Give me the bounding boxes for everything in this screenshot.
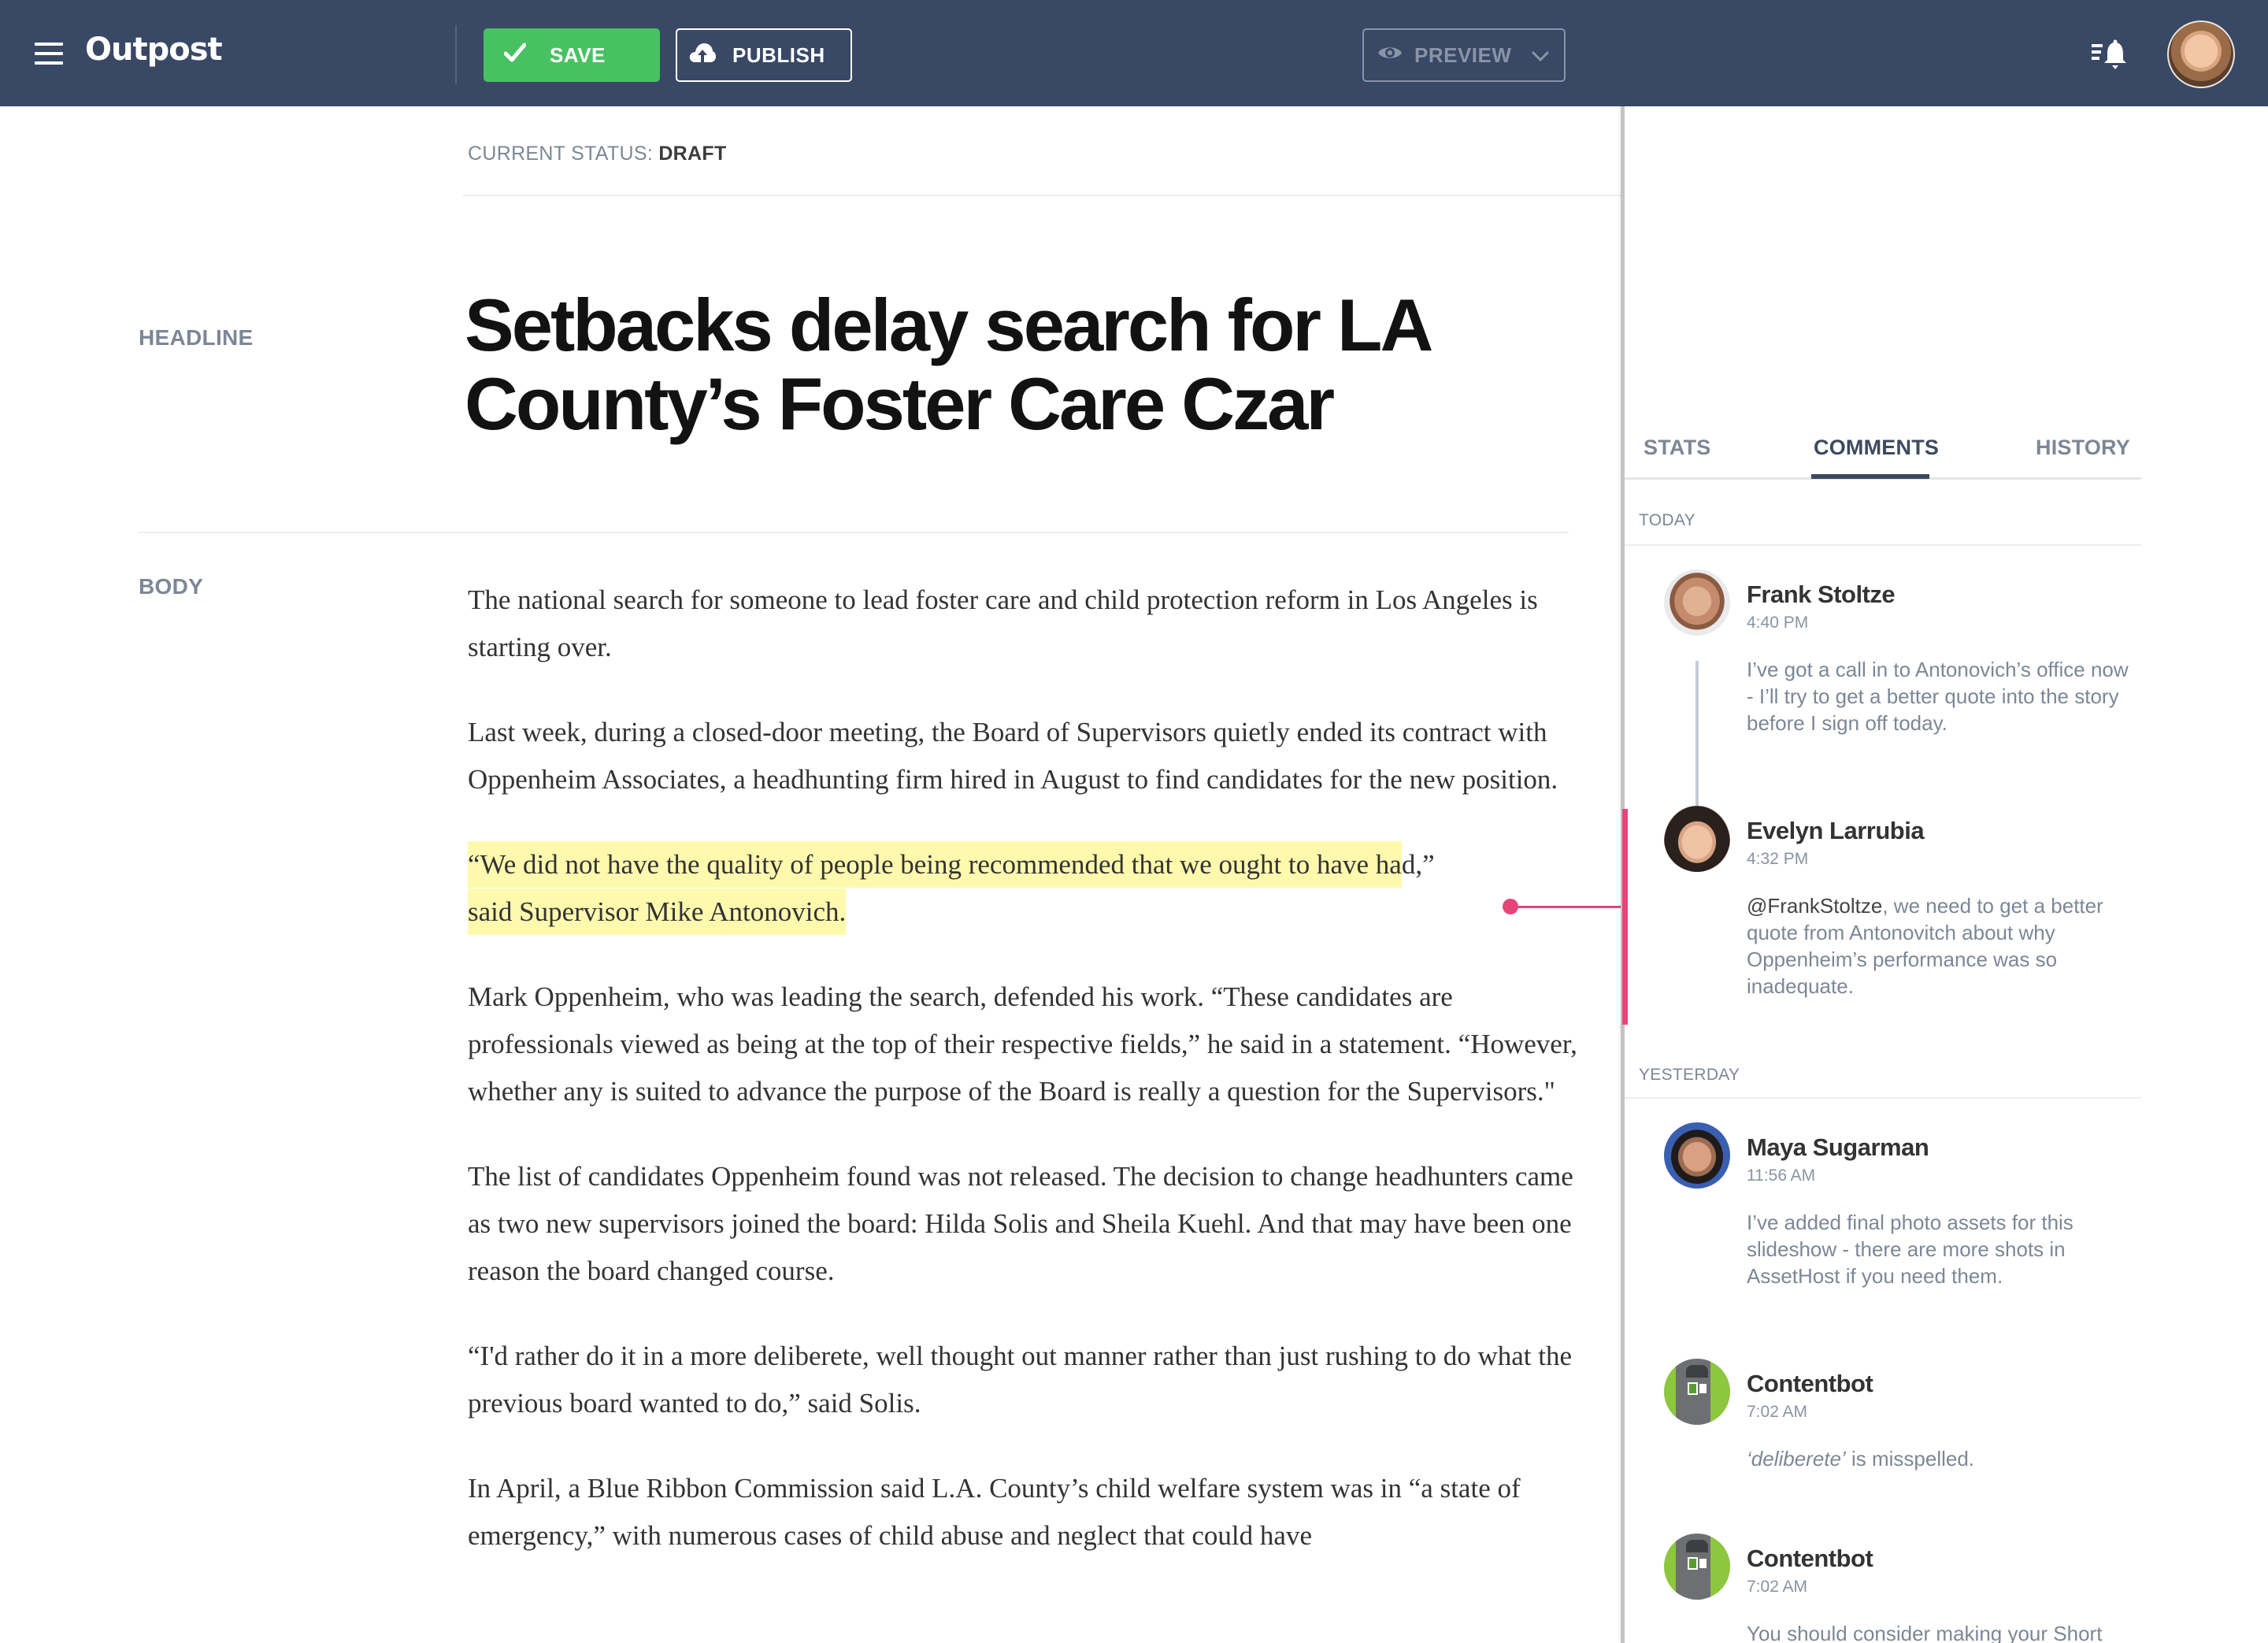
comment-highlight[interactable]: said Supervisor Mike Antonovich. bbox=[468, 888, 847, 935]
comment-author: Maya Sugarman bbox=[1747, 1133, 1929, 1161]
tab-history[interactable]: HISTORY bbox=[2036, 436, 2130, 460]
commenter-avatar bbox=[1664, 806, 1730, 872]
contentbot-avatar bbox=[1664, 1359, 1730, 1425]
status-label: CURRENT STATUS: bbox=[468, 143, 654, 165]
notification-bell-icon[interactable] bbox=[2092, 39, 2136, 71]
headline-label: HEADLINE bbox=[139, 325, 254, 350]
chevron-down-icon bbox=[1531, 43, 1550, 68]
comment-author: Evelyn Larrubia bbox=[1747, 817, 1925, 844]
highlight-tail: d,” bbox=[1401, 849, 1435, 880]
body-paragraph: Last week, during a closed-door meeting,… bbox=[468, 717, 1558, 795]
body-field[interactable]: The national search for someone to lead … bbox=[468, 577, 1586, 1597]
active-tab-indicator bbox=[1811, 474, 1929, 479]
comment-author: Frank Stoltze bbox=[1747, 580, 1896, 608]
user-mention[interactable]: @FrankStoltze bbox=[1747, 894, 1882, 918]
comment-text: I’ve added final photo assets for this s… bbox=[1747, 1211, 2073, 1288]
body-paragraph: The list of candidates Oppenheim found w… bbox=[468, 1161, 1573, 1286]
comment-text: I’ve got a call in to Antonovich’s offic… bbox=[1747, 658, 2129, 735]
group-divider bbox=[1625, 544, 2141, 546]
commenter-avatar bbox=[1664, 1122, 1730, 1189]
save-button[interactable]: SAVE bbox=[484, 28, 660, 82]
sidebar-tabs: STATS COMMENTS HISTORY bbox=[1625, 106, 2141, 483]
cloud-upload-icon bbox=[688, 42, 717, 69]
preview-dropdown-button[interactable]: PREVIEW bbox=[1362, 28, 1566, 82]
body-paragraph: The national search for someone to lead … bbox=[468, 584, 1538, 662]
comment-time: 11:56 AM bbox=[1747, 1166, 1816, 1185]
comment-author: Contentbot bbox=[1747, 1370, 1873, 1397]
contentbot-avatar bbox=[1664, 1534, 1730, 1600]
publish-button[interactable]: PUBLISH bbox=[676, 28, 852, 82]
comments-sidebar: STATS COMMENTS HISTORY TODAY Frank Stolt… bbox=[1621, 106, 2268, 1643]
status-badge: DRAFT bbox=[658, 143, 727, 165]
user-avatar[interactable] bbox=[2167, 20, 2235, 88]
comment-text: ‘deliberete’ is misspelled. bbox=[1747, 1445, 2140, 1472]
checkmark-icon bbox=[503, 43, 527, 69]
section-divider bbox=[139, 532, 1569, 533]
save-label: SAVE bbox=[550, 43, 606, 67]
body-label: BODY bbox=[139, 574, 204, 599]
comment-time: 4:32 PM bbox=[1747, 850, 1809, 868]
active-comment-indicator bbox=[1622, 809, 1628, 1025]
body-paragraph: In April, a Blue Ribbon Commission said … bbox=[468, 1473, 1521, 1551]
comment-text: You should consider making your Short bbox=[1747, 1622, 2103, 1643]
app-logo[interactable]: Outpost bbox=[85, 32, 223, 68]
status-divider bbox=[463, 195, 1621, 196]
comment-text: @FrankStoltze, we need to get a better q… bbox=[1747, 892, 2140, 1000]
comment-connector-line bbox=[1510, 906, 1621, 908]
app-name: Outpost bbox=[85, 32, 223, 68]
story-editor: CURRENT STATUS: DRAFT HEADLINE Setbacks … bbox=[0, 106, 1621, 1643]
eye-icon bbox=[1377, 43, 1403, 68]
headline-field[interactable]: Setbacks delay search for LA County’s Fo… bbox=[465, 286, 1583, 443]
tab-comments[interactable]: COMMENTS bbox=[1814, 436, 1939, 460]
tab-stats[interactable]: STATS bbox=[1644, 436, 1711, 460]
top-navigation-bar: Outpost SAVE PUBLISH PREVIEW bbox=[0, 0, 2268, 106]
comment-body: is misspelled. bbox=[1845, 1447, 1975, 1471]
comment-time: 7:02 AM bbox=[1747, 1403, 1808, 1421]
misspelled-term: ‘deliberete’ bbox=[1747, 1447, 1846, 1471]
highlighted-paragraph[interactable]: “We did not have the quality of people b… bbox=[468, 841, 1586, 936]
group-divider bbox=[1625, 1097, 2141, 1099]
current-status: CURRENT STATUS: DRAFT bbox=[468, 143, 727, 165]
body-paragraph: Mark Oppenheim, who was leading the sear… bbox=[468, 981, 1577, 1107]
body-paragraph: “I'd rather do it in a more deliberete, … bbox=[468, 1341, 1573, 1419]
comment-time: 4:40 PM bbox=[1747, 614, 1809, 632]
comment-highlight[interactable]: “We did not have the quality of people b… bbox=[468, 841, 1402, 888]
comment-author: Contentbot bbox=[1747, 1545, 1873, 1572]
preview-label: PREVIEW bbox=[1414, 43, 1512, 67]
commenter-avatar bbox=[1664, 569, 1730, 636]
toolbar-divider bbox=[455, 25, 457, 83]
publish-label: PUBLISH bbox=[732, 43, 825, 67]
thread-connector bbox=[1695, 661, 1699, 815]
group-label-today: TODAY bbox=[1639, 511, 1695, 529]
comment-time: 7:02 AM bbox=[1747, 1578, 1808, 1596]
group-label-yesterday: YESTERDAY bbox=[1639, 1066, 1740, 1084]
hamburger-menu-icon[interactable] bbox=[35, 43, 63, 65]
